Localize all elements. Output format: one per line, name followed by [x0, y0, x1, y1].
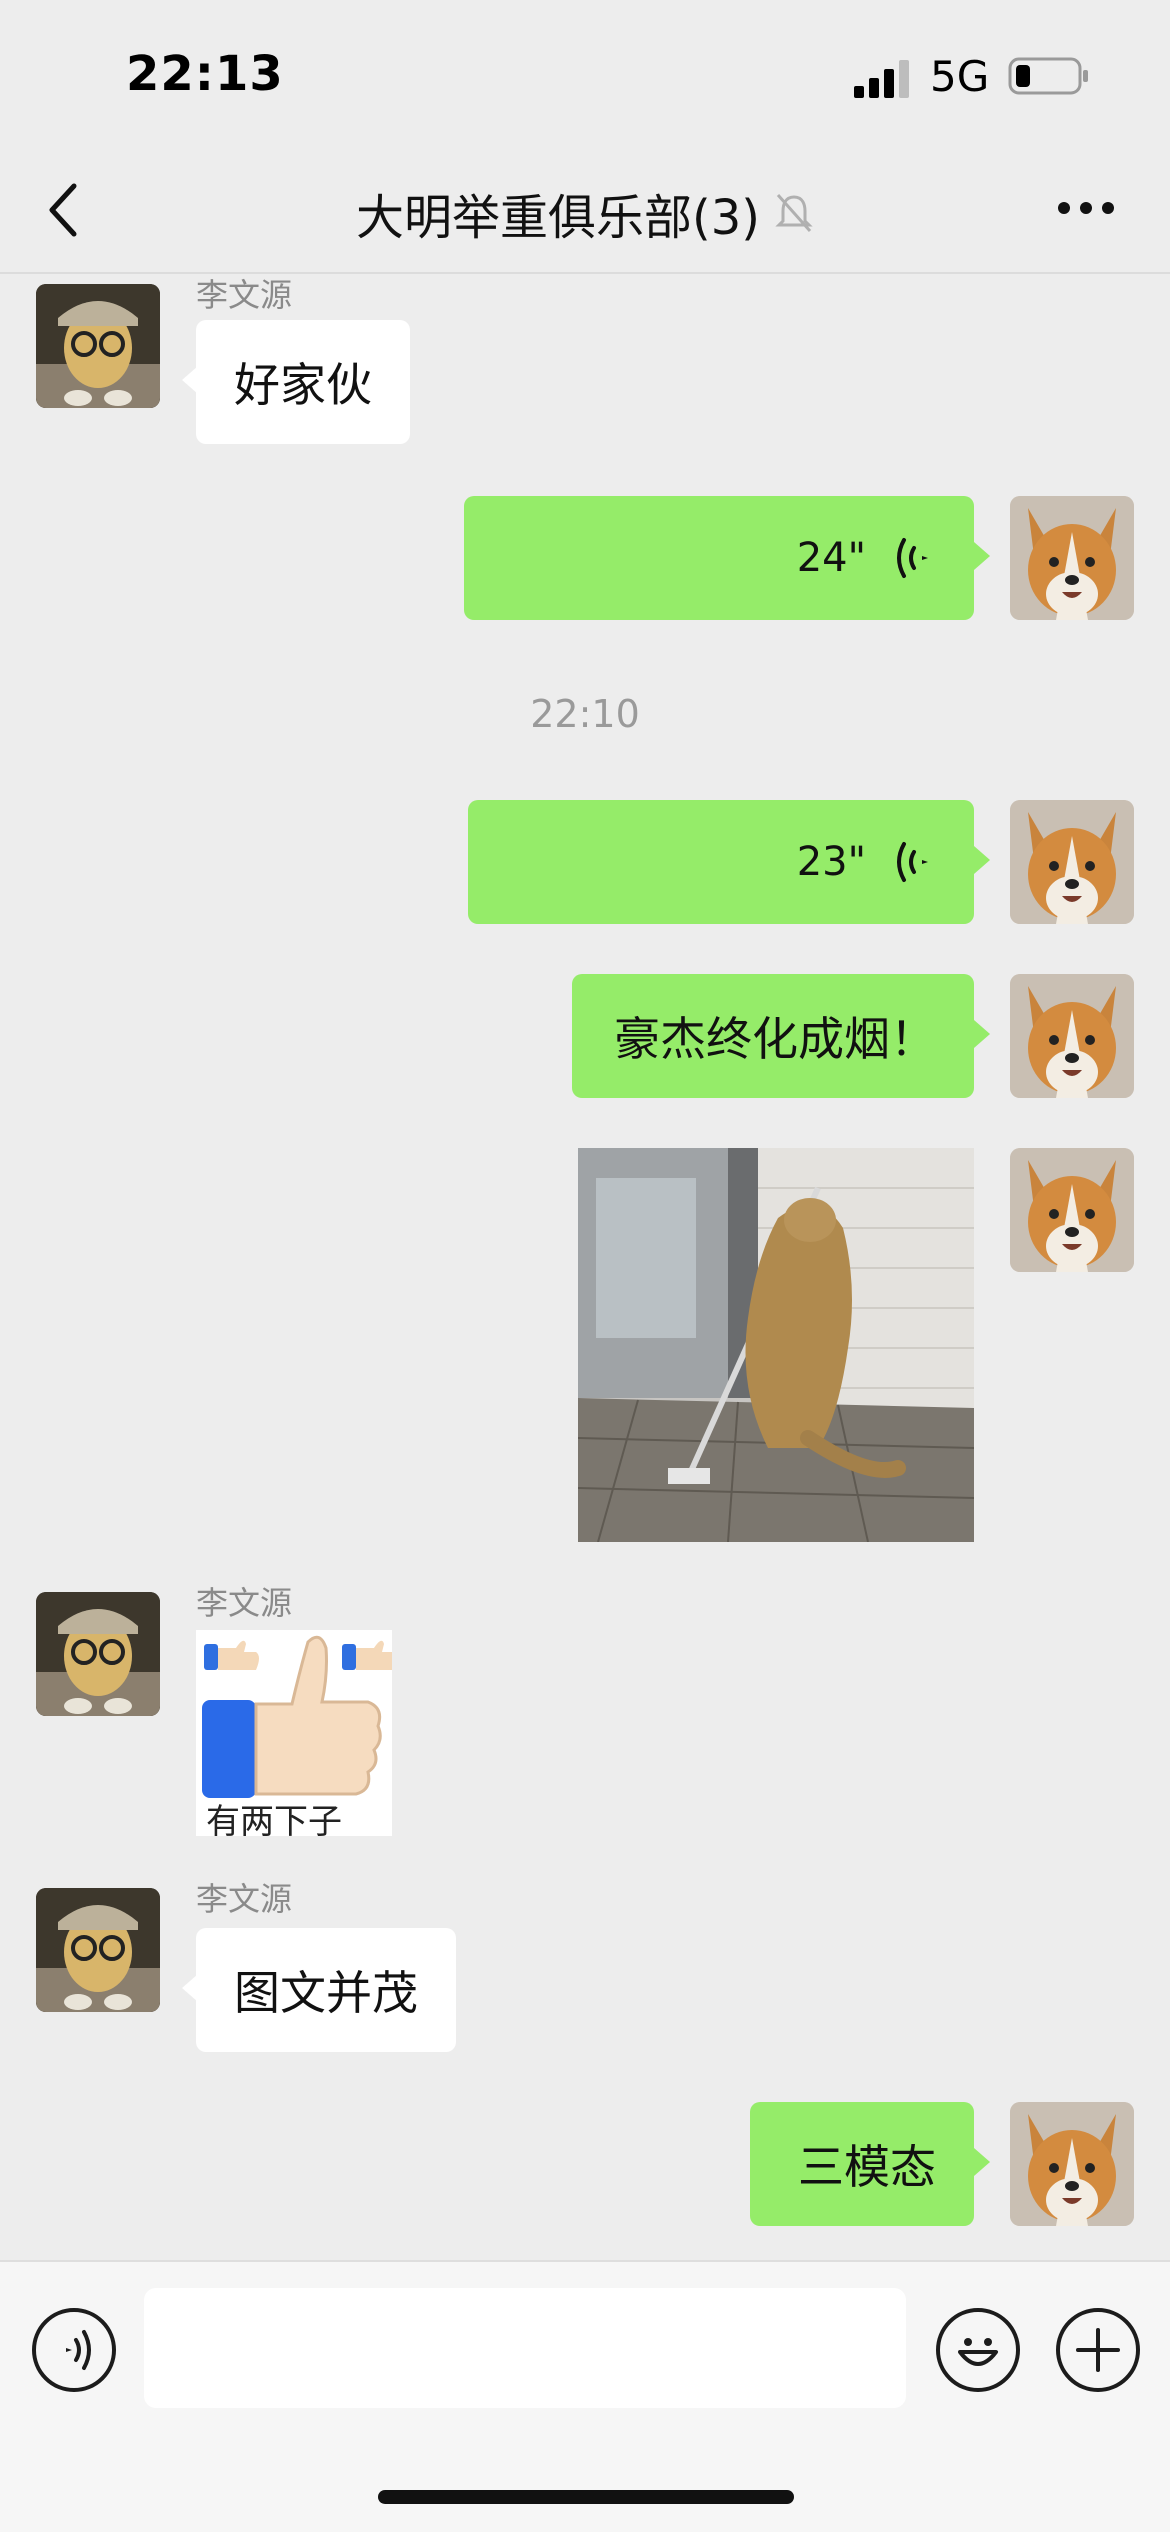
- status-bar: 22:13 5G: [0, 0, 1170, 150]
- image-message[interactable]: [578, 1148, 974, 1542]
- thumbs-up-icon: [196, 1630, 392, 1800]
- chat-header: 大明举重俱乐部(3): [0, 150, 1170, 274]
- sticker-message[interactable]: 有两下子: [196, 1630, 392, 1836]
- corgi-avatar-image: [1010, 974, 1134, 1098]
- sender-name: 李文源: [196, 1880, 293, 1918]
- home-indicator[interactable]: [378, 2490, 794, 2504]
- voice-input-button[interactable]: [32, 2308, 116, 2392]
- corgi-avatar-image: [1010, 496, 1134, 620]
- avatar[interactable]: [1010, 974, 1134, 1098]
- avatar[interactable]: [1010, 1148, 1134, 1272]
- voice-message-bubble[interactable]: 24": [464, 496, 990, 620]
- more-dots-icon[interactable]: [1056, 200, 1116, 216]
- avatar-image: [36, 284, 160, 408]
- message-list[interactable]: 李文源 好家伙 24" 22:10 23" 豪杰终化成烟！ 李文源 有两下子 李…: [0, 274, 1170, 2260]
- bell-slash-icon: [775, 194, 813, 232]
- emoji-icon: [958, 2338, 998, 2366]
- message-text: 好家伙: [234, 358, 372, 412]
- timestamp: 22:10: [530, 692, 640, 736]
- plus-icon: [1076, 2328, 1120, 2372]
- avatar[interactable]: [1010, 2102, 1134, 2226]
- message-text: 三模态: [798, 2140, 936, 2194]
- sender-name: 李文源: [196, 1584, 293, 1622]
- avatar[interactable]: [1010, 800, 1134, 924]
- network-type: 5G: [930, 52, 990, 101]
- avatar[interactable]: [36, 284, 160, 408]
- avatar-image: [36, 1888, 160, 2012]
- avatar[interactable]: [1010, 496, 1134, 620]
- voice-wave-icon: [897, 842, 928, 882]
- corgi-avatar-image: [1010, 800, 1134, 924]
- avatar[interactable]: [36, 1592, 160, 1716]
- cellular-signal-icon: [854, 60, 909, 98]
- avatar-image: [36, 1592, 160, 1716]
- message-bubble[interactable]: 图文并茂: [182, 1928, 456, 2052]
- emoji-button[interactable]: [936, 2308, 1020, 2392]
- corgi-avatar-image: [1010, 2102, 1134, 2226]
- avatar[interactable]: [36, 1888, 160, 2012]
- sticker-caption: 有两下子: [206, 1802, 342, 1836]
- voice-wave-icon: [897, 538, 928, 578]
- battery-icon: [1008, 57, 1088, 95]
- voice-message-bubble[interactable]: 23": [468, 800, 990, 924]
- more-functions-button[interactable]: [1056, 2308, 1140, 2392]
- chat-title[interactable]: 大明举重俱乐部(3): [356, 178, 760, 248]
- corgi-avatar-image: [1010, 1148, 1134, 1272]
- message-bubble[interactable]: 三模态: [750, 2102, 990, 2226]
- message-bubble[interactable]: 豪杰终化成烟！: [572, 974, 990, 1098]
- message-text: 图文并茂: [234, 1966, 418, 2020]
- status-time: 22:13: [126, 46, 284, 102]
- voice-duration: 24": [796, 535, 866, 581]
- cat-mop-image: [578, 1148, 974, 1542]
- chat-title-container: 大明举重俱乐部(3): [0, 178, 1170, 248]
- sender-name: 李文源: [196, 276, 293, 314]
- message-bubble[interactable]: 好家伙: [182, 320, 410, 444]
- message-text: 豪杰终化成烟！: [614, 1012, 936, 1066]
- voice-duration: 23": [796, 839, 866, 885]
- message-input[interactable]: [144, 2288, 906, 2408]
- voice-input-icon: [66, 2330, 91, 2370]
